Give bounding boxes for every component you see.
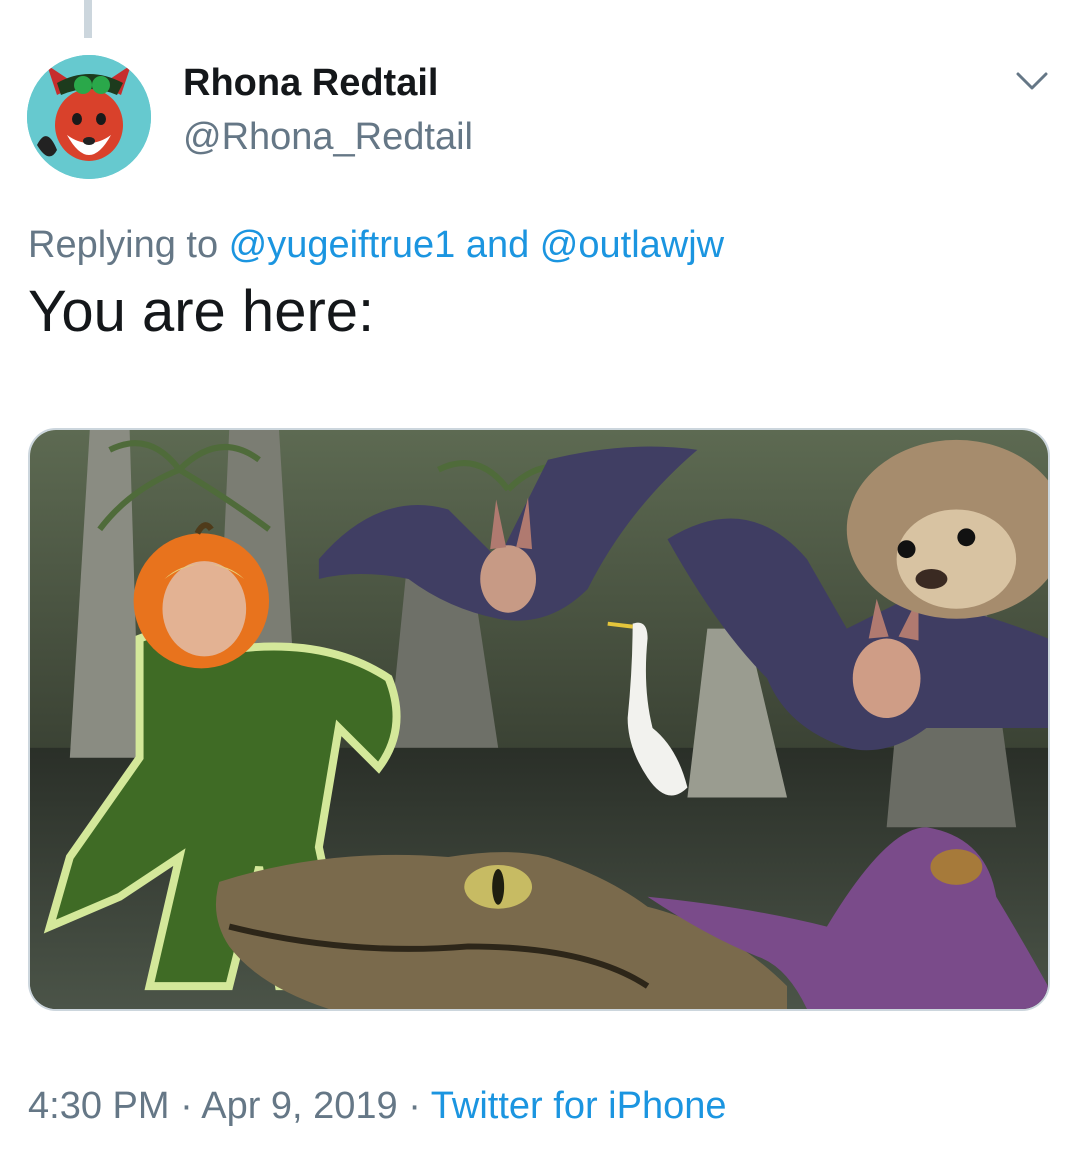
meta-separator: ·	[397, 1085, 431, 1127]
swamp-collage-image[interactable]	[28, 428, 1050, 1011]
mention-link-yugeiftrue1[interactable]: @yugeiftrue1	[229, 224, 456, 266]
mention-link-outlawjw[interactable]: @outlawjw	[540, 224, 724, 266]
tweet-time[interactable]: 4:30 PM	[28, 1085, 170, 1127]
tweet-metadata: 4:30 PM · Apr 9, 2019 · Twitter for iPho…	[28, 1085, 726, 1128]
fox-avatar-icon[interactable]	[27, 55, 151, 179]
author-display-name[interactable]: Rhona Redtail	[183, 62, 438, 105]
tweet-text: You are here:	[28, 279, 375, 344]
mention-conjunction: and	[455, 224, 540, 266]
meta-separator: ·	[169, 1085, 202, 1127]
thread-connector-line	[84, 0, 92, 38]
tweet-date[interactable]: Apr 9, 2019	[201, 1085, 397, 1127]
replying-to-prefix: Replying to	[28, 224, 229, 266]
chevron-down-icon[interactable]	[1012, 62, 1052, 102]
replying-to-line: Replying to @yugeiftrue1 and @outlawjw	[28, 224, 724, 267]
author-handle[interactable]: @Rhona_Redtail	[183, 116, 473, 159]
tweet-source-link[interactable]: Twitter for iPhone	[431, 1085, 727, 1127]
